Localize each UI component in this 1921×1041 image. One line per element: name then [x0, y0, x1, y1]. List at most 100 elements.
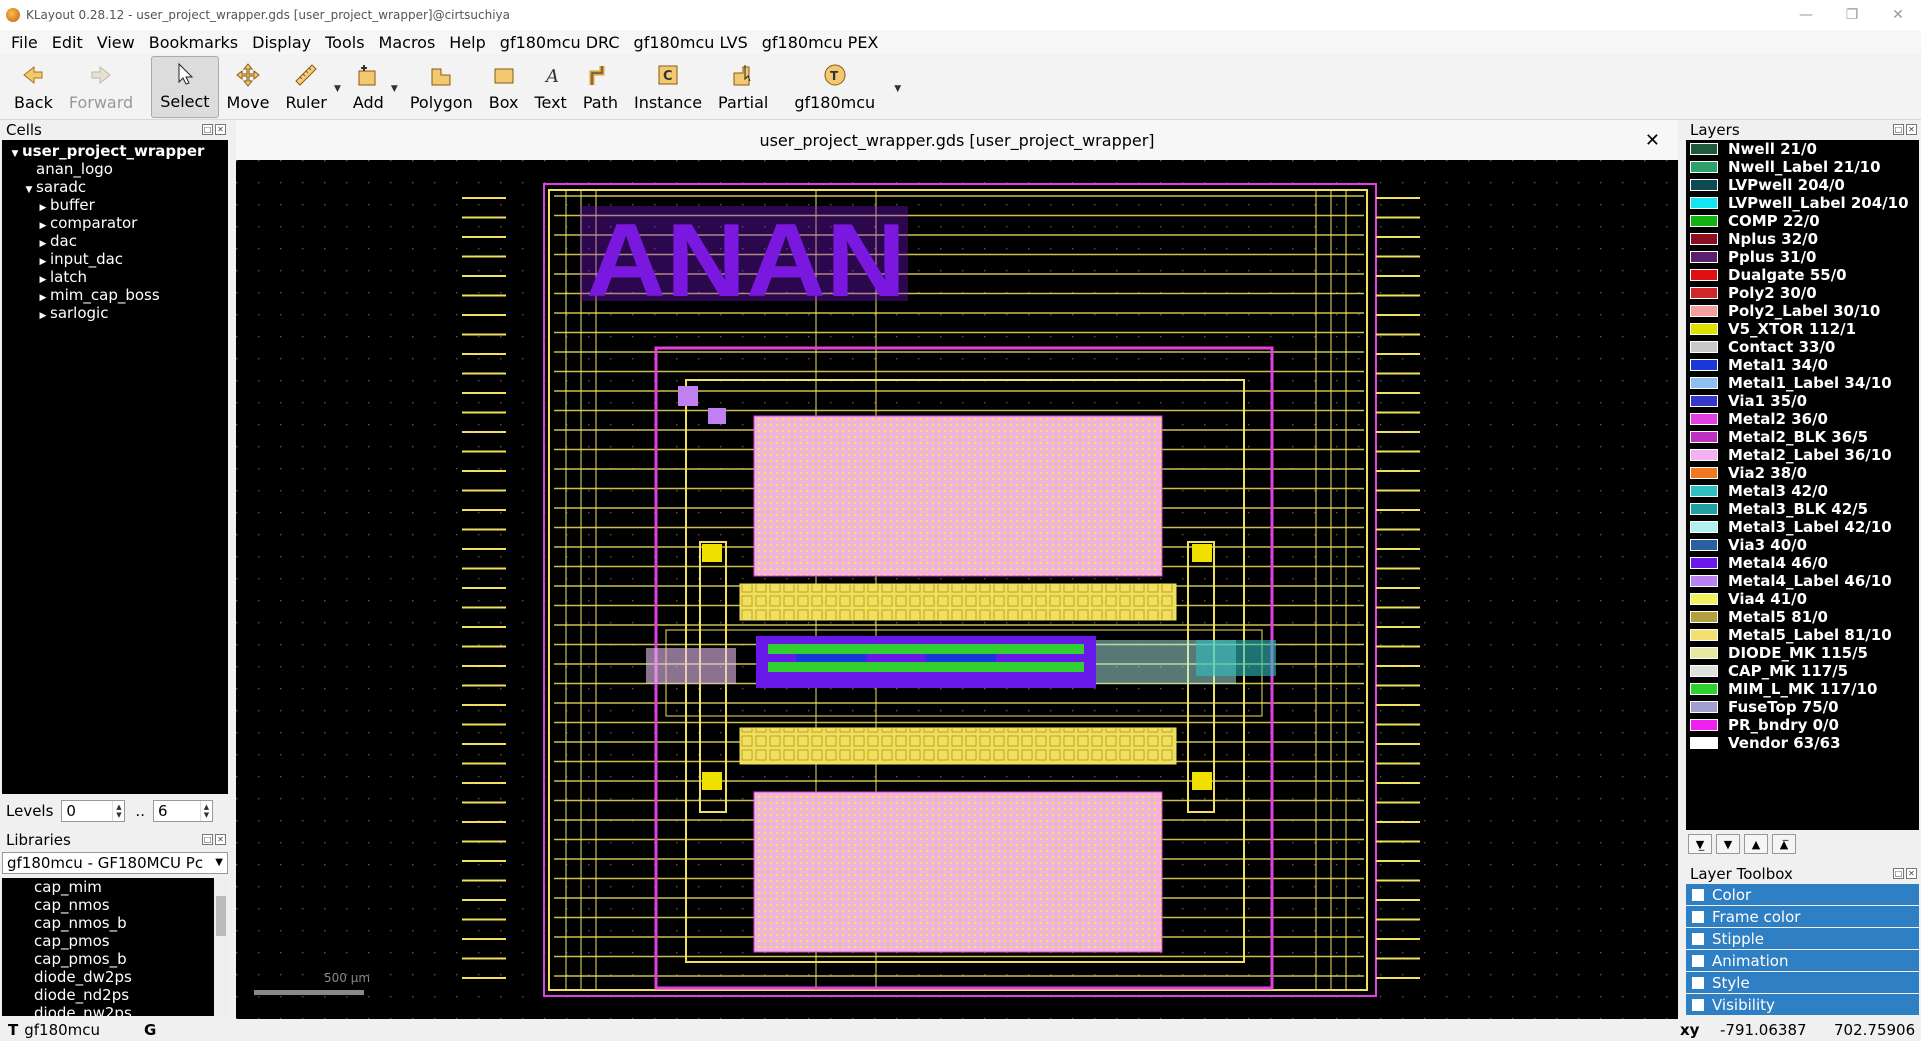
layer-row[interactable]: Metal1_Label 34/10 [1686, 374, 1919, 392]
close-window-icon[interactable]: ✕ [1875, 0, 1921, 30]
toolbox-item[interactable]: Color [1686, 884, 1919, 906]
move-to-bottom-icon[interactable]: ▼̲ [1688, 834, 1712, 854]
menu-gf180mcu-lvs[interactable]: gf180mcu LVS [627, 33, 755, 52]
minimize-icon[interactable]: — [1783, 0, 1829, 30]
close-tab-icon[interactable]: ✕ [1645, 130, 1660, 151]
layer-row[interactable]: CAP_MK 117/5 [1686, 662, 1919, 680]
menu-macros[interactable]: Macros [372, 33, 443, 52]
menu-display[interactable]: Display [245, 33, 318, 52]
checkbox-icon[interactable] [1692, 932, 1704, 945]
layer-row[interactable]: Nplus 32/0 [1686, 230, 1919, 248]
tech-dropdown-icon[interactable]: ▼ [894, 84, 901, 94]
layer-row[interactable]: V5_XTOR 112/1 [1686, 320, 1919, 338]
expand-down-icon[interactable]: ▼ [22, 181, 36, 199]
library-cell-item[interactable]: cap_mim [2, 878, 228, 896]
float-panel-icon[interactable]: □ [1893, 868, 1904, 879]
checkbox-icon[interactable] [1692, 998, 1704, 1011]
close-panel-icon[interactable]: ✕ [1906, 868, 1917, 879]
text-button[interactable]: A Text [526, 56, 574, 118]
library-cell-item[interactable]: diode_nd2ps [2, 986, 228, 1004]
cell-tree-item[interactable]: ▶ comparator [2, 214, 228, 232]
checkbox-icon[interactable] [1692, 910, 1704, 923]
layer-row[interactable]: FuseTop 75/0 [1686, 698, 1919, 716]
toolbox-item[interactable]: Animation [1686, 950, 1919, 972]
layer-row[interactable]: Via2 38/0 [1686, 464, 1919, 482]
cell-tree-item[interactable]: ▼ user_project_wrapper [2, 142, 228, 160]
cell-tree-item[interactable]: ▼ saradc [2, 178, 228, 196]
library-cell-item[interactable]: cap_pmos_b [2, 950, 228, 968]
cell-tree-item[interactable]: ▶ sarlogic [2, 304, 228, 322]
layer-row[interactable]: Vendor 63/63 [1686, 734, 1919, 752]
checkbox-icon[interactable] [1692, 888, 1704, 901]
layer-row[interactable]: Nwell 21/0 [1686, 140, 1919, 158]
layer-row[interactable]: Metal5_Label 81/10 [1686, 626, 1919, 644]
box-button[interactable]: Box [481, 56, 527, 118]
menu-bookmarks[interactable]: Bookmarks [142, 33, 245, 52]
layer-row[interactable]: Contact 33/0 [1686, 338, 1919, 356]
partial-button[interactable]: Partial [710, 56, 776, 118]
layer-row[interactable]: Metal2_BLK 36/5 [1686, 428, 1919, 446]
layer-row[interactable]: LVPwell_Label 204/10 [1686, 194, 1919, 212]
close-panel-icon[interactable]: ✕ [215, 834, 226, 845]
menu-help[interactable]: Help [442, 33, 492, 52]
layer-row[interactable]: Via4 41/0 [1686, 590, 1919, 608]
float-panel-icon[interactable]: □ [202, 124, 213, 135]
close-panel-icon[interactable]: ✕ [215, 124, 226, 135]
layer-row[interactable]: Dualgate 55/0 [1686, 266, 1919, 284]
menu-edit[interactable]: Edit [45, 33, 90, 52]
level-max-spinbox[interactable]: 6 ▲ ▼ [152, 800, 213, 822]
checkbox-icon[interactable] [1692, 954, 1704, 967]
float-panel-icon[interactable]: □ [202, 834, 213, 845]
layer-row[interactable]: PR_bndry 0/0 [1686, 716, 1919, 734]
layer-list[interactable]: Nwell 21/0 Nwell_Label 21/10 LVPwell 204/0… [1686, 140, 1919, 830]
toolbox-item[interactable]: Style [1686, 972, 1919, 994]
polygon-button[interactable]: Polygon [402, 56, 481, 118]
cell-tree[interactable]: ▼ user_project_wrapper anan_logo ▼ saradc ▶ bu… [2, 140, 228, 794]
library-cell-item[interactable]: cap_nmos_b [2, 914, 228, 932]
back-button[interactable]: Back [6, 56, 61, 118]
menu-tools[interactable]: Tools [318, 33, 371, 52]
cell-tree-item[interactable]: ▶ dac [2, 232, 228, 250]
library-scrollbar[interactable] [214, 878, 228, 1016]
menu-file[interactable]: File [4, 33, 45, 52]
layer-row[interactable]: Metal3 42/0 [1686, 482, 1919, 500]
layer-row[interactable]: COMP 22/0 [1686, 212, 1919, 230]
close-panel-icon[interactable]: ✕ [1906, 124, 1917, 135]
restore-icon[interactable]: ❐ [1829, 0, 1875, 30]
layer-row[interactable]: Metal1 34/0 [1686, 356, 1919, 374]
checkbox-icon[interactable] [1692, 976, 1704, 989]
cell-tree-item[interactable]: anan_logo [2, 160, 228, 178]
instance-button[interactable]: C Instance [626, 56, 710, 118]
library-cell-item[interactable]: cap_nmos [2, 896, 228, 914]
library-cell-item[interactable]: diode_dw2ps [2, 968, 228, 986]
add-dropdown-icon[interactable]: ▼ [391, 84, 398, 94]
layout-canvas[interactable]: ANAN 500 µm [236, 160, 1678, 1025]
menu-gf180mcu-pex[interactable]: gf180mcu PEX [755, 33, 886, 52]
library-select[interactable]: gf180mcu - GF180MCU Pc ▼ [2, 852, 228, 874]
toolbox-item[interactable]: Stipple [1686, 928, 1919, 950]
move-up-icon[interactable]: ▲ [1744, 834, 1768, 854]
select-button[interactable]: Select [151, 56, 219, 118]
move-down-icon[interactable]: ▼ [1716, 834, 1740, 854]
layer-row[interactable]: Metal2_Label 36/10 [1686, 446, 1919, 464]
float-panel-icon[interactable]: □ [1893, 124, 1904, 135]
cell-tree-item[interactable]: ▶ latch [2, 268, 228, 286]
layer-row[interactable]: Metal4_Label 46/10 [1686, 572, 1919, 590]
ruler-dropdown-icon[interactable]: ▼ [334, 84, 341, 94]
layer-row[interactable]: Poly2 30/0 [1686, 284, 1919, 302]
add-button[interactable]: Add ▼ [345, 56, 398, 118]
toolbox-item[interactable]: Frame color [1686, 906, 1919, 928]
menu-gf180mcu-drc[interactable]: gf180mcu DRC [493, 33, 627, 52]
library-cell-item[interactable]: diode_nw2ps [2, 1004, 228, 1016]
layer-row[interactable]: DIODE_MK 115/5 [1686, 644, 1919, 662]
layer-row[interactable]: Metal5 81/0 [1686, 608, 1919, 626]
move-to-top-icon[interactable]: ▲̅ [1772, 834, 1796, 854]
spin-arrows-icon[interactable]: ▲ ▼ [112, 801, 124, 821]
layout-tab[interactable]: user_project_wrapper.gds [user_project_w… [236, 120, 1678, 160]
expand-right-icon[interactable]: ▶ [36, 307, 50, 325]
library-cell-list[interactable]: cap_mim cap_nmos cap_nmos_b cap_pmos cap_pmo… [2, 878, 228, 1016]
toolbox-item[interactable]: Visibility [1686, 994, 1919, 1016]
level-min-spinbox[interactable]: 0 ▲ ▼ [61, 800, 126, 822]
spin-arrows-icon[interactable]: ▲ ▼ [199, 801, 212, 821]
ruler-button[interactable]: Ruler ▼ [277, 56, 341, 118]
